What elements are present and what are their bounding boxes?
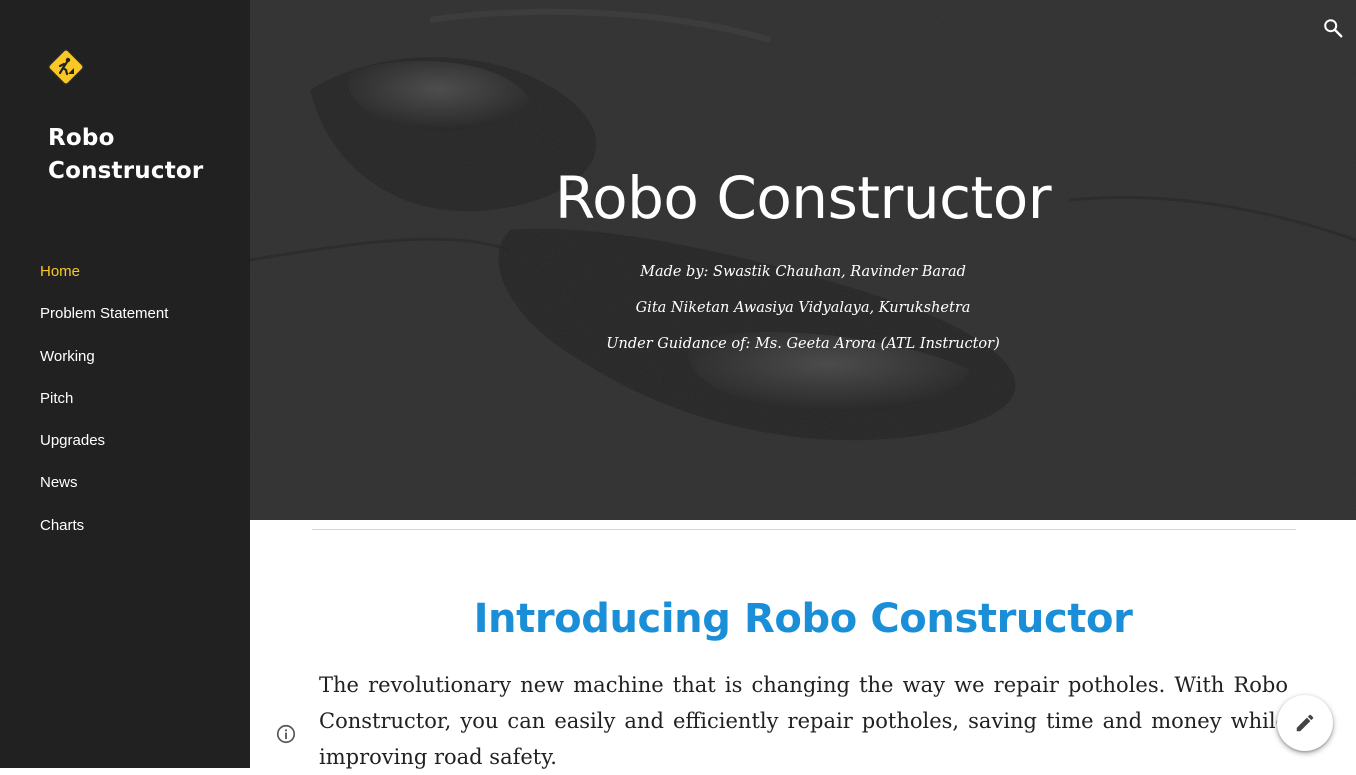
nav-item-pitch[interactable]: Pitch xyxy=(40,389,168,409)
nav-item-problem-statement[interactable]: Problem Statement xyxy=(40,304,168,324)
site-title[interactable]: Robo Constructor xyxy=(48,122,238,188)
nav-item-charts[interactable]: Charts xyxy=(40,516,168,536)
sidebar: Robo Constructor Home Problem Statement … xyxy=(0,0,250,768)
intro-heading: Introducing Robo Constructor xyxy=(473,596,1133,642)
edit-button[interactable] xyxy=(1277,695,1333,751)
nav-item-home[interactable]: Home xyxy=(40,262,168,282)
section-divider xyxy=(312,529,1296,530)
pencil-icon xyxy=(1296,714,1314,732)
hero-banner: Robo Constructor Made by: Swastik Chauha… xyxy=(250,0,1356,520)
nav-item-upgrades[interactable]: Upgrades xyxy=(40,431,168,451)
road-work-sign-icon[interactable] xyxy=(46,47,86,87)
pothole-road-background-image xyxy=(250,0,1356,520)
hero-guidance-line: Under Guidance of: Ms. Geeta Arora (ATL … xyxy=(606,336,1000,352)
site-navigation: Home Problem Statement Working Pitch Upg… xyxy=(40,262,168,558)
hero-title: Robo Constructor xyxy=(554,164,1052,232)
hero-authors-line: Made by: Swastik Chauhan, Ravinder Barad xyxy=(640,264,966,280)
search-icon[interactable] xyxy=(1322,17,1344,39)
intro-paragraph: The revolutionary new machine that is ch… xyxy=(319,673,1288,769)
nav-item-news[interactable]: News xyxy=(40,473,168,493)
hero-school-line: Gita Niketan Awasiya Vidyalaya, Kurukshe… xyxy=(635,300,971,316)
nav-item-working[interactable]: Working xyxy=(40,347,168,367)
info-icon[interactable] xyxy=(275,723,297,745)
